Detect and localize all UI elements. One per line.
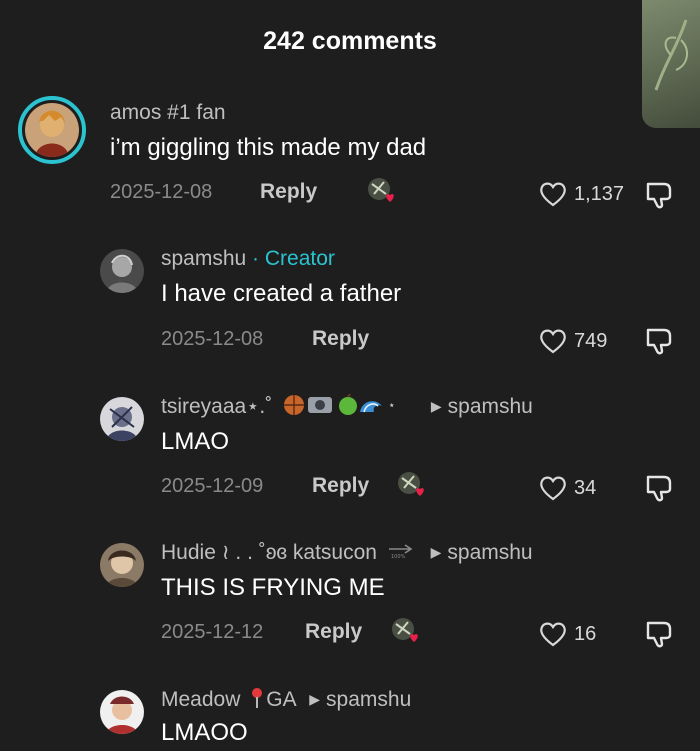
like-button[interactable]: 16: [538, 620, 596, 648]
heart-outline-icon: [540, 182, 566, 207]
heart-outline-icon: [540, 476, 566, 501]
creator-liked-sticker-icon: [396, 470, 432, 507]
video-thumbnail[interactable]: [642, 0, 700, 128]
avatar[interactable]: [100, 249, 144, 293]
reply-to-username[interactable]: spamshu: [326, 688, 411, 711]
username-emoji-decorations-icon: ⋆: [282, 393, 417, 422]
heart-outline-icon: [540, 622, 566, 647]
comment-date: 2025-12-08: [110, 181, 213, 203]
like-count: 34: [574, 476, 597, 499]
thumbs-down-icon: [646, 182, 672, 209]
avatar[interactable]: [100, 690, 144, 734]
reply-button[interactable]: Reply: [260, 180, 317, 204]
dislike-button[interactable]: [644, 619, 674, 654]
svg-text:100%: 100%: [391, 554, 406, 559]
dislike-button[interactable]: [644, 326, 674, 361]
dislike-button[interactable]: [644, 180, 674, 215]
reply-button[interactable]: Reply: [312, 327, 369, 351]
like-count: 1,137: [574, 182, 625, 205]
reply-to-arrow-icon: ▶: [430, 398, 442, 414]
comment-username-name[interactable]: Meadow: [161, 688, 240, 711]
reply-button[interactable]: Reply: [305, 620, 362, 644]
reply-button[interactable]: Reply: [312, 474, 369, 498]
comment-text: LMAO: [161, 428, 230, 455]
creator-badge: Creator: [264, 247, 335, 270]
like-button[interactable]: 749: [538, 327, 607, 355]
like-count: 16: [574, 622, 597, 645]
thumbnail-art-icon: [654, 19, 688, 91]
like-button[interactable]: 34: [538, 474, 596, 502]
comment-username-name[interactable]: Hudie ≀ . . ˚ʚɞ katsucon: [161, 541, 377, 564]
comment-username: spamshu · Creator: [161, 247, 335, 271]
comment-text: I have created a father: [161, 280, 402, 307]
location-tag: GA: [266, 688, 296, 711]
thumbs-down-icon: [646, 475, 672, 502]
comment-username: Hudie ≀ . . ˚ʚɞ katsucon 100% ▶ spamshu: [161, 540, 533, 565]
avatar[interactable]: [100, 397, 144, 441]
comment-username: tsireyaaa⋆.˚ ⋆ ▶ spamshu: [161, 393, 533, 422]
map-pin-icon: [250, 687, 264, 715]
comment-date: 2025-12-08: [161, 328, 264, 350]
creator-liked-sticker-icon: [366, 176, 402, 213]
comment-text: THIS IS FRYING ME: [161, 574, 385, 601]
comments-header-title: 242 comments: [263, 27, 437, 55]
comment-username: Meadow GA ▶ spamshu: [161, 687, 411, 715]
svg-text:⋆: ⋆: [388, 398, 396, 412]
comment-username[interactable]: amos #1 fan: [110, 101, 226, 125]
avatar[interactable]: [100, 543, 144, 587]
reply-to-username[interactable]: spamshu: [448, 395, 533, 418]
creator-separator: ·: [246, 247, 265, 270]
reply-to-arrow-icon: ▶: [309, 691, 321, 707]
avatar[interactable]: [25, 103, 79, 157]
reply-to-arrow-icon: ▶: [430, 544, 442, 560]
comment-username-name[interactable]: tsireyaaa⋆.˚: [161, 395, 272, 418]
comment-text: i’m giggling this made my dad: [110, 134, 427, 161]
thumbs-down-icon: [646, 328, 672, 355]
comment-text: LMAOO: [161, 719, 248, 746]
thumbs-down-icon: [646, 621, 672, 648]
dislike-button[interactable]: [644, 473, 674, 508]
comment-username-name[interactable]: spamshu: [161, 247, 246, 270]
like-count: 749: [574, 329, 608, 352]
heart-outline-icon: [540, 329, 566, 354]
comment-date: 2025-12-12: [161, 621, 264, 643]
reply-to-username[interactable]: spamshu: [447, 541, 532, 564]
creator-liked-sticker-icon: [390, 616, 426, 653]
comment-date: 2025-12-09: [161, 475, 264, 497]
username-decoration-icon: 100%: [387, 541, 417, 565]
like-button[interactable]: 1,137: [538, 180, 624, 208]
